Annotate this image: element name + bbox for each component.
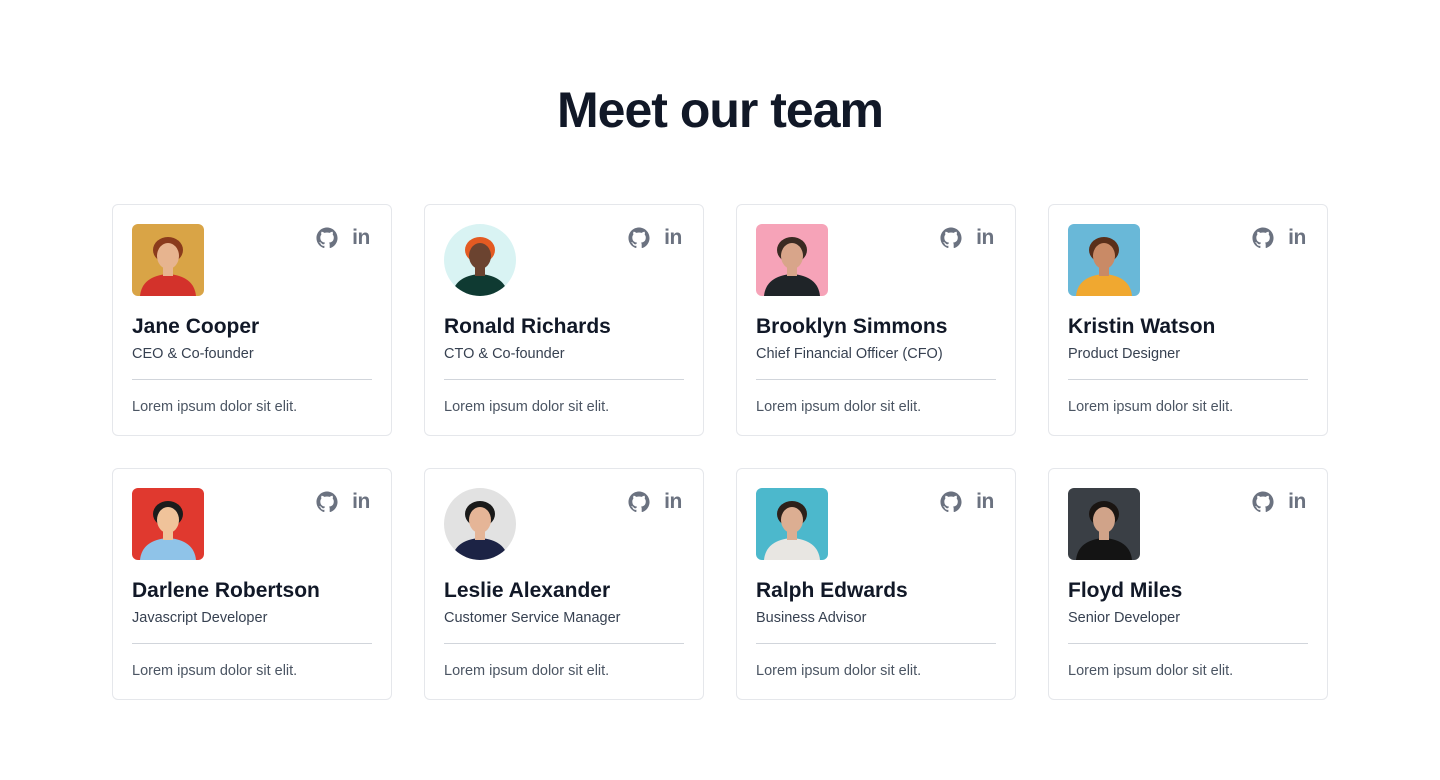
card-header: in (444, 224, 684, 296)
member-role: Senior Developer (1068, 610, 1181, 626)
member-name: Ralph Edwards (756, 579, 908, 602)
member-role: Business Advisor (756, 610, 867, 626)
member-name: Kristin Watson (1068, 315, 1216, 338)
portrait-illustration (444, 488, 516, 560)
card-header: in (1068, 488, 1308, 560)
linkedin-icon[interactable]: in (662, 491, 684, 513)
social-links: in (316, 491, 372, 513)
member-description: Lorem ipsum dolor sit elit. (132, 663, 298, 679)
portrait-illustration (132, 488, 204, 560)
member-name: Leslie Alexander (444, 579, 611, 602)
linkedin-label: in (976, 226, 994, 249)
card-divider (444, 379, 684, 380)
github-icon[interactable] (628, 491, 650, 513)
team-member-card-1: in Jane Cooper CEO & Co-founder Lorem ip… (112, 204, 392, 436)
linkedin-label: in (1288, 490, 1306, 513)
member-description: Lorem ipsum dolor sit elit. (1068, 663, 1234, 679)
member-role: Javascript Developer (132, 610, 268, 626)
member-description: Lorem ipsum dolor sit elit. (444, 399, 610, 415)
card-divider (132, 379, 372, 380)
member-description: Lorem ipsum dolor sit elit. (444, 663, 610, 679)
member-description: Lorem ipsum dolor sit elit. (132, 399, 298, 415)
member-description: Lorem ipsum dolor sit elit. (756, 399, 922, 415)
member-role: Chief Financial Officer (CFO) (756, 346, 943, 362)
social-links: in (1252, 491, 1308, 513)
card-header: in (756, 224, 996, 296)
member-name: Ronald Richards (444, 315, 611, 338)
github-icon[interactable] (1252, 227, 1274, 249)
portrait-illustration (756, 488, 828, 560)
member-description: Lorem ipsum dolor sit elit. (1068, 399, 1234, 415)
linkedin-icon[interactable]: in (974, 491, 996, 513)
linkedin-label: in (664, 226, 682, 249)
social-links: in (940, 491, 996, 513)
portrait-illustration (132, 224, 204, 296)
card-header: in (132, 488, 372, 560)
linkedin-icon[interactable]: in (350, 227, 372, 249)
portrait-illustration (1068, 488, 1140, 560)
member-role: Customer Service Manager (444, 610, 621, 626)
linkedin-label: in (1288, 226, 1306, 249)
card-divider (756, 379, 996, 380)
member-name: Floyd Miles (1068, 579, 1183, 602)
card-header: in (756, 488, 996, 560)
card-divider (132, 643, 372, 644)
social-links: in (316, 227, 372, 249)
linkedin-label: in (664, 490, 682, 513)
github-icon[interactable] (940, 491, 962, 513)
member-role: CTO & Co-founder (444, 346, 565, 362)
social-links: in (1252, 227, 1308, 249)
member-name: Darlene Robertson (132, 579, 320, 602)
linkedin-icon[interactable]: in (974, 227, 996, 249)
avatar (1068, 488, 1140, 560)
card-header: in (1068, 224, 1308, 296)
card-divider (1068, 379, 1308, 380)
linkedin-label: in (352, 226, 370, 249)
page-title: Meet our team (557, 82, 884, 138)
member-role: Product Designer (1068, 346, 1181, 362)
avatar (132, 488, 204, 560)
team-member-card-5: in Darlene Robertson Javascript Develope… (112, 468, 392, 700)
portrait-illustration (756, 224, 828, 296)
card-header: in (132, 224, 372, 296)
team-page: Meet our team in Jane Cooper CEO & Co-fo… (0, 0, 1440, 780)
team-grid: in Jane Cooper CEO & Co-founder Lorem ip… (112, 204, 1328, 700)
member-name: Brooklyn Simmons (756, 315, 948, 338)
linkedin-icon[interactable]: in (662, 227, 684, 249)
team-member-card-2: in Ronald Richards CTO & Co-founder Lore… (424, 204, 704, 436)
portrait-illustration (1068, 224, 1140, 296)
member-description: Lorem ipsum dolor sit elit. (756, 663, 922, 679)
linkedin-label: in (352, 490, 370, 513)
linkedin-label: in (976, 490, 994, 513)
member-name: Jane Cooper (132, 315, 260, 338)
github-icon[interactable] (628, 227, 650, 249)
card-divider (756, 643, 996, 644)
linkedin-icon[interactable]: in (1286, 491, 1308, 513)
card-divider (1068, 643, 1308, 644)
avatar (132, 224, 204, 296)
avatar (1068, 224, 1140, 296)
portrait-illustration (444, 224, 516, 296)
team-member-card-4: in Kristin Watson Product Designer Lorem… (1048, 204, 1328, 436)
github-icon[interactable] (1252, 491, 1274, 513)
team-member-card-8: in Floyd Miles Senior Developer Lorem ip… (1048, 468, 1328, 700)
member-role: CEO & Co-founder (132, 346, 254, 362)
linkedin-icon[interactable]: in (350, 491, 372, 513)
social-links: in (940, 227, 996, 249)
social-links: in (628, 491, 684, 513)
team-member-card-7: in Ralph Edwards Business Advisor Lorem … (736, 468, 1016, 700)
github-icon[interactable] (940, 227, 962, 249)
avatar (444, 224, 516, 296)
card-divider (444, 643, 684, 644)
card-header: in (444, 488, 684, 560)
avatar (756, 224, 828, 296)
team-member-card-3: in Brooklyn Simmons Chief Financial Offi… (736, 204, 1016, 436)
avatar (756, 488, 828, 560)
social-links: in (628, 227, 684, 249)
team-member-card-6: in Leslie Alexander Customer Service Man… (424, 468, 704, 700)
github-icon[interactable] (316, 491, 338, 513)
linkedin-icon[interactable]: in (1286, 227, 1308, 249)
avatar (444, 488, 516, 560)
github-icon[interactable] (316, 227, 338, 249)
